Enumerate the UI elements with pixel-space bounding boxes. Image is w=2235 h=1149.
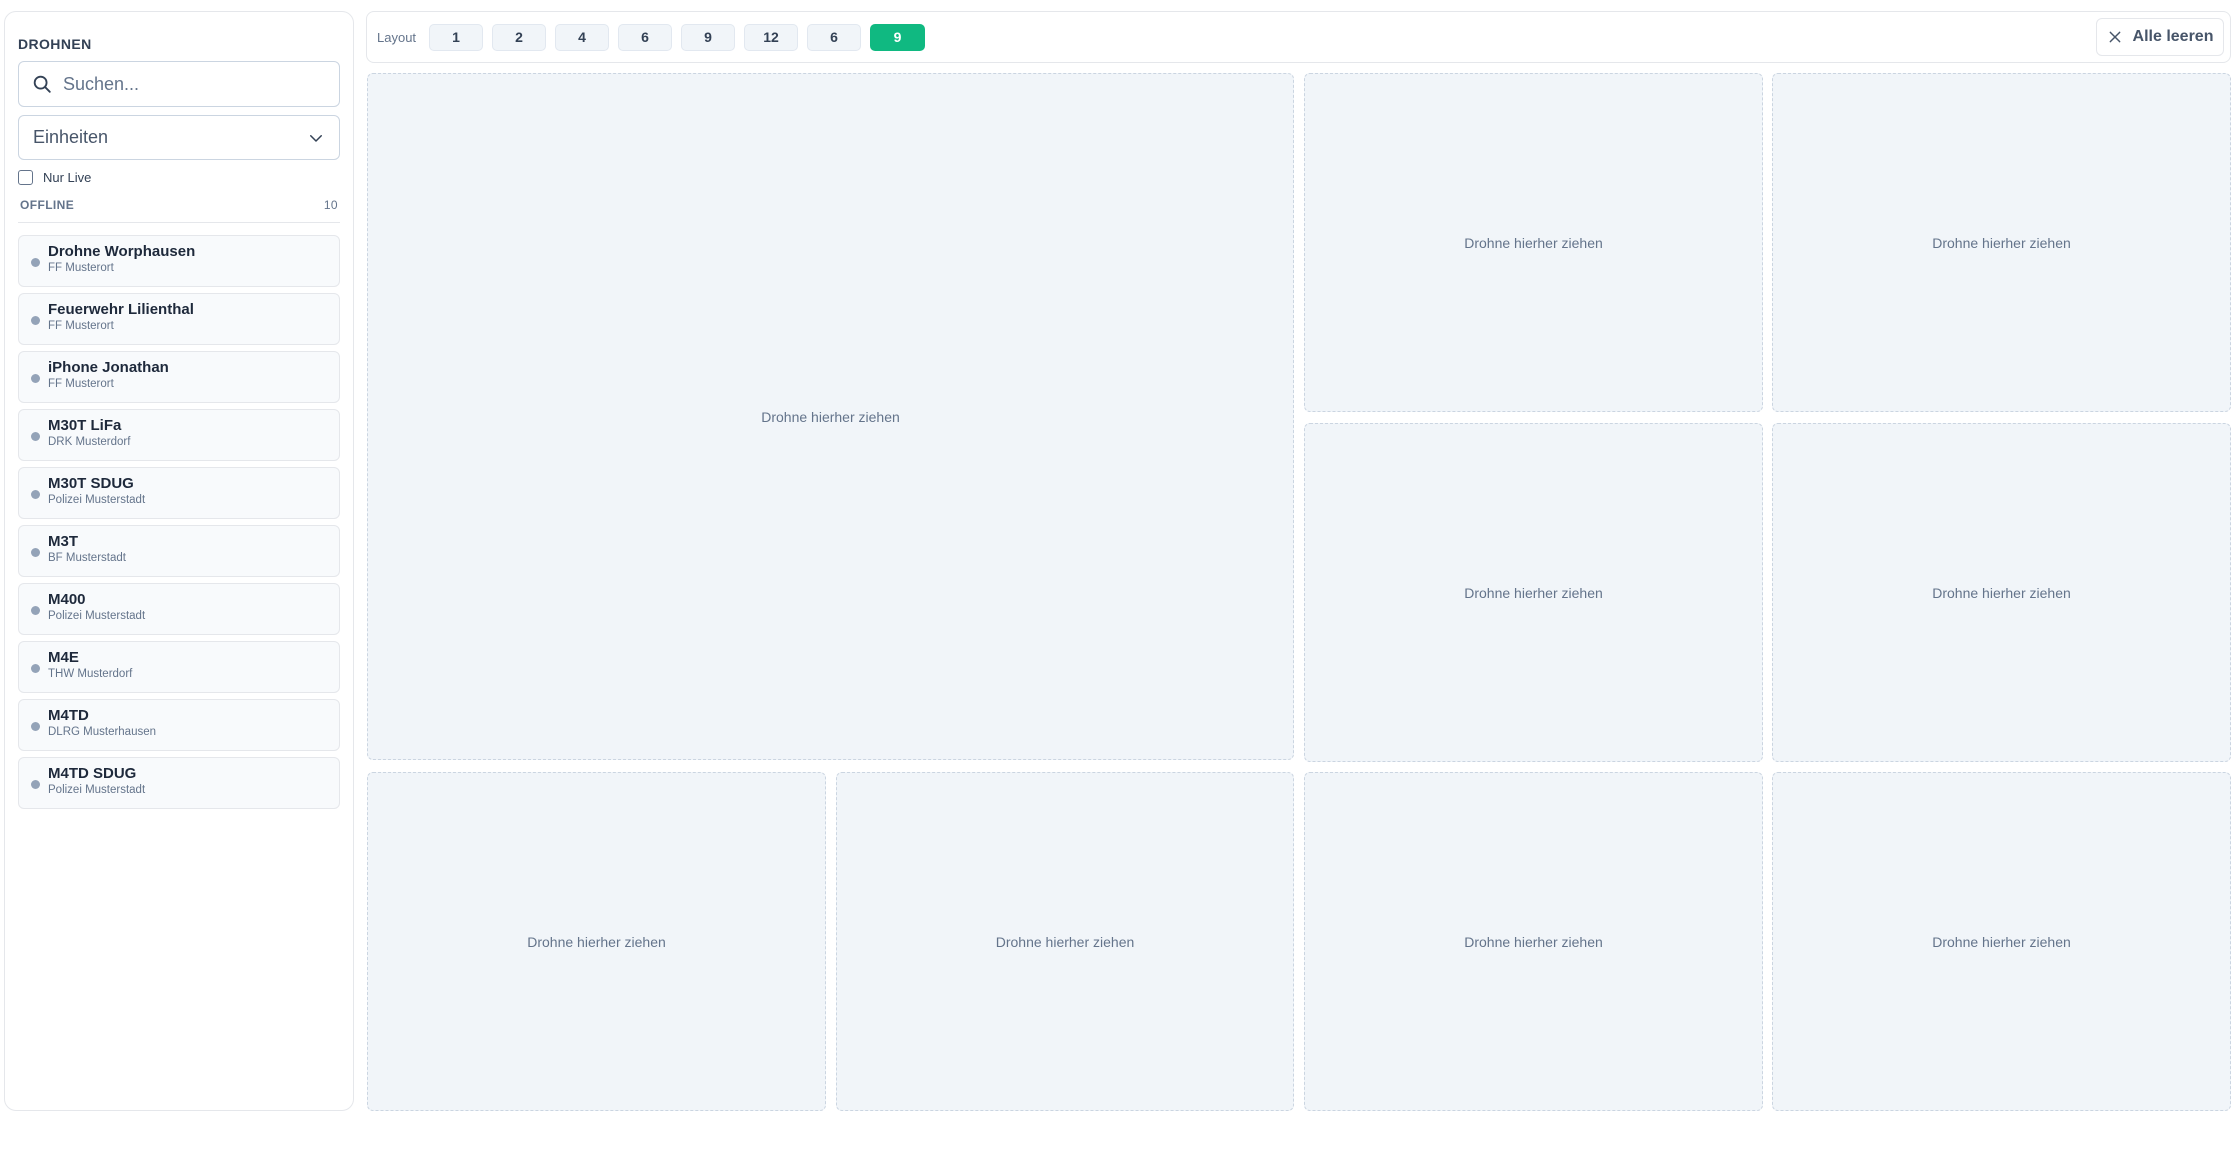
drone-unit: DLRG Musterhausen: [48, 726, 157, 738]
drone-list-item[interactable]: M400 Polizei Musterstadt: [18, 583, 340, 635]
drop-zone[interactable]: Drohne hierher ziehen: [1304, 73, 1763, 412]
drone-unit: Polizei Musterstadt: [48, 494, 146, 506]
live-filter-checkbox[interactable]: [18, 170, 33, 185]
drop-zone[interactable]: Drohne hierher ziehen: [367, 73, 1294, 760]
clear-all-button[interactable]: Alle leeren: [2096, 18, 2224, 56]
status-dot: [31, 316, 40, 325]
drop-zone[interactable]: Drohne hierher ziehen: [367, 772, 826, 1111]
layout-option-button[interactable]: 1: [429, 23, 484, 51]
drone-name: M400: [48, 591, 86, 608]
drop-zone[interactable]: Drohne hierher ziehen: [1304, 423, 1763, 762]
layout-option-button[interactable]: 6: [807, 23, 862, 51]
drone-list: Drohne Worphausen FF Musterort Feuerwehr L…: [18, 235, 340, 809]
layout-option-button[interactable]: 6: [618, 23, 673, 51]
close-icon: [2109, 31, 2120, 43]
status-dot: [31, 780, 40, 789]
status-dot: [31, 722, 40, 731]
drop-zone-hint: Drohne hierher ziehen: [1464, 234, 1603, 251]
drone-name: Drohne Worphausen: [48, 243, 196, 260]
drone-list-item[interactable]: iPhone Jonathan FF Musterort: [18, 351, 340, 403]
app-root: DROHNEN Einheiten Nur Live OFFLINE 10 Dr…: [0, 0, 2235, 1149]
drone-sidebar: DROHNEN Einheiten Nur Live OFFLINE 10 Dr…: [4, 11, 354, 1111]
drop-zone-hint: Drohne hierher ziehen: [1464, 584, 1603, 601]
search-box: [18, 61, 340, 107]
chevron-down-icon: [310, 134, 322, 142]
search-icon: [33, 75, 51, 93]
drop-zone[interactable]: Drohne hierher ziehen: [836, 772, 1294, 1111]
drone-name: M30T SDUG: [48, 475, 134, 492]
drop-zone[interactable]: Drohne hierher ziehen: [1772, 772, 2231, 1111]
live-filter-label: Nur Live: [43, 170, 92, 185]
drone-list-item[interactable]: M3T BF Musterstadt: [18, 525, 340, 577]
drop-zone-hint: Drohne hierher ziehen: [995, 933, 1135, 950]
sidebar-title: DROHNEN: [18, 36, 92, 52]
group-count: 10: [323, 198, 338, 212]
drop-zone-hint: Drohne hierher ziehen: [527, 933, 666, 950]
status-dot: [31, 432, 40, 441]
layout-option-button[interactable]: 12: [744, 23, 799, 51]
clear-all-label: Alle leeren: [2132, 28, 2214, 45]
layout-option-button[interactable]: 9: [681, 23, 736, 51]
drone-list-item[interactable]: M30T SDUG Polizei Musterstadt: [18, 467, 340, 519]
drop-zone-hint: Drohne hierher ziehen: [761, 408, 900, 425]
layout-toolbar: Layout 1 2 4 6 9 12 6 9 Alle leeren: [366, 11, 2231, 63]
drone-name: M4TD: [48, 707, 89, 724]
drone-name: iPhone Jonathan: [48, 359, 169, 376]
status-dot: [31, 490, 40, 499]
drop-zone-hint: Drohne hierher ziehen: [1932, 933, 2071, 950]
drone-name: M30T LiFa: [48, 417, 122, 434]
drone-list-item[interactable]: Feuerwehr Lilienthal FF Musterort: [18, 293, 340, 345]
drone-list-item[interactable]: M4E THW Musterdorf: [18, 641, 340, 693]
layout-option-button[interactable]: 2: [492, 23, 547, 51]
drop-zone[interactable]: Drohne hierher ziehen: [1772, 423, 2231, 762]
drone-name: Feuerwehr Lilienthal: [48, 301, 194, 318]
layout-option-button[interactable]: 9: [870, 23, 926, 51]
layout-label: Layout: [377, 29, 417, 45]
drone-list-item[interactable]: M4TD SDUG Polizei Musterstadt: [18, 757, 340, 809]
drone-unit: FF Musterort: [48, 320, 114, 332]
drone-list-item[interactable]: M30T LiFa DRK Musterdorf: [18, 409, 340, 461]
drone-list-item[interactable]: Drohne Worphausen FF Musterort: [18, 235, 340, 287]
drone-unit: FF Musterort: [48, 262, 114, 274]
group-label: OFFLINE: [20, 198, 75, 212]
search-input[interactable]: [19, 62, 339, 106]
drone-name: M4E: [48, 649, 79, 666]
drone-unit: DRK Musterdorf: [48, 436, 131, 448]
drone-unit: Polizei Musterstadt: [48, 610, 146, 622]
drone-unit: THW Musterdorf: [48, 668, 133, 680]
layout-option-button[interactable]: 4: [555, 23, 610, 51]
status-dot: [31, 606, 40, 615]
live-filter[interactable]: Nur Live: [18, 170, 340, 185]
status-dot: [31, 664, 40, 673]
drone-list-item[interactable]: M4TD DLRG Musterhausen: [18, 699, 340, 751]
drop-zone-hint: Drohne hierher ziehen: [1932, 234, 2071, 251]
status-dot: [31, 374, 40, 383]
units-select[interactable]: Einheiten: [18, 115, 340, 160]
units-select-value: Einheiten: [33, 127, 109, 147]
layout-options: 1 2 4 6 9 12 6 9: [429, 23, 934, 51]
drone-name: M4TD SDUG: [48, 765, 137, 782]
drop-zone-hint: Drohne hierher ziehen: [1932, 584, 2071, 601]
status-dot: [31, 548, 40, 557]
drone-unit: FF Musterort: [48, 378, 114, 390]
drop-zone-hint: Drohne hierher ziehen: [1464, 933, 1603, 950]
drop-zone[interactable]: Drohne hierher ziehen: [1304, 772, 1763, 1111]
drone-unit: Polizei Musterstadt: [48, 784, 146, 796]
drone-unit: BF Musterstadt: [48, 552, 126, 564]
drop-zone[interactable]: Drohne hierher ziehen: [1772, 73, 2231, 412]
group-header-offline: OFFLINE 10: [18, 198, 340, 223]
status-dot: [31, 258, 40, 267]
drone-name: M3T: [48, 533, 78, 550]
